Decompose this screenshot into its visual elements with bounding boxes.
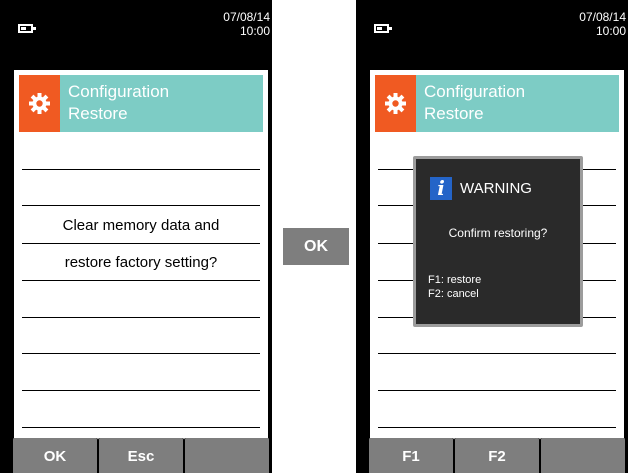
divider: [22, 390, 260, 391]
divider: [378, 427, 616, 428]
title-line-2: Restore: [424, 104, 484, 123]
message-line-1: Clear memory data and: [62, 217, 220, 234]
battery-icon: [374, 24, 392, 33]
esc-button[interactable]: Esc: [98, 438, 184, 473]
function-key-bar: F1 F2: [356, 438, 628, 473]
gear-icon: [19, 75, 60, 132]
datetime: 07/08/14 10:00: [223, 10, 270, 38]
title-line-1: Configuration: [68, 82, 170, 101]
title-line-2: Restore: [68, 104, 128, 123]
function-key-3[interactable]: [184, 438, 270, 473]
gear-icon: [375, 75, 416, 132]
divider: [378, 390, 616, 391]
date-label: 07/08/14: [223, 10, 270, 24]
message-line-2: restore factory setting?: [64, 254, 218, 271]
f1-button[interactable]: F1: [368, 438, 454, 473]
divider: [22, 427, 260, 428]
left-device: 07/08/14 10:00 Configuration Restore Cle…: [0, 0, 272, 473]
divider: [22, 169, 260, 170]
divider: [22, 243, 260, 244]
time-label: 10:00: [239, 24, 270, 38]
left-screen: Configuration Restore Clear memory data …: [14, 70, 268, 473]
title-bar: Configuration Restore: [375, 75, 619, 132]
info-icon: i: [430, 177, 452, 200]
function-key-bar: OK Esc: [0, 438, 272, 473]
page-title: Configuration Restore: [60, 75, 263, 132]
status-bar: 07/08/14 10:00: [0, 0, 272, 50]
datetime: 07/08/14 10:00: [579, 10, 626, 38]
status-bar: 07/08/14 10:00: [356, 0, 628, 50]
time-label: 10:00: [595, 24, 626, 38]
divider: [22, 353, 260, 354]
divider: [378, 353, 616, 354]
battery-icon: [18, 24, 36, 33]
date-label: 07/08/14: [579, 10, 626, 24]
dialog-option-restore: F1: restore: [428, 274, 482, 286]
divider: [22, 205, 260, 206]
dialog-option-cancel: F2: cancel: [428, 288, 479, 300]
function-key-3[interactable]: [540, 438, 626, 473]
divider: [22, 280, 260, 281]
page-title: Configuration Restore: [416, 75, 619, 132]
ok-button[interactable]: OK: [12, 438, 98, 473]
dialog-title: WARNING: [460, 180, 532, 197]
f2-button[interactable]: F2: [454, 438, 540, 473]
title-bar: Configuration Restore: [19, 75, 263, 132]
dialog-message: Confirm restoring?: [448, 226, 548, 240]
ok-key-label: OK: [283, 228, 349, 265]
title-line-1: Configuration: [424, 82, 526, 101]
divider: [22, 317, 260, 318]
warning-dialog: i WARNING Confirm restoring? F1: restore…: [413, 156, 583, 327]
